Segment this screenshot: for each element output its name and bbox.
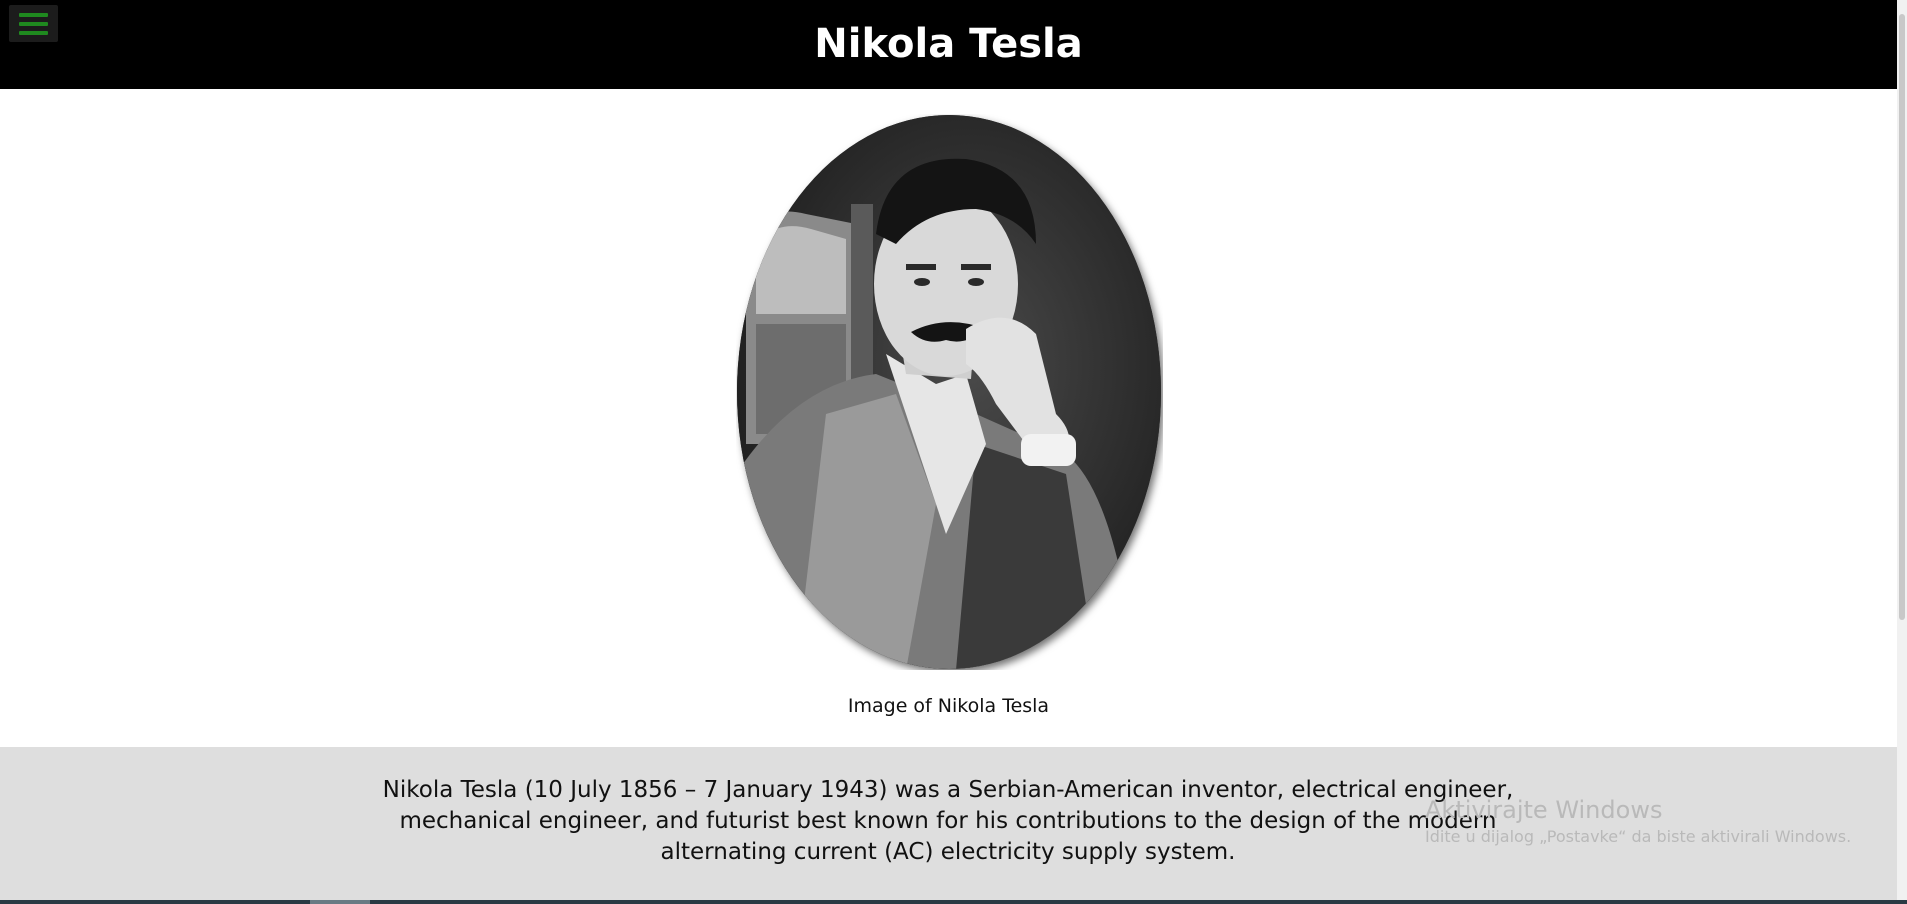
image-caption: Image of Nikola Tesla bbox=[847, 695, 1050, 717]
portrait-svg bbox=[737, 115, 1161, 669]
watermark-title: Aktivirajte Windows bbox=[1425, 796, 1663, 824]
watermark-subtitle: Idite u dijalog „Postavke“ da biste akti… bbox=[1425, 827, 1852, 846]
vertical-scrollbar[interactable] bbox=[1897, 0, 1907, 904]
page-title: Nikola Tesla bbox=[814, 21, 1083, 67]
bio-text: Nikola Tesla (10 July 1856 – 7 January 1… bbox=[382, 777, 1514, 865]
page: Nikola Tesla Image of Nikola Tesla Nikol… bbox=[0, 0, 1907, 904]
windows-activation-watermark: Aktivirajte Windows Idite u dijalog „Pos… bbox=[1425, 794, 1851, 848]
scrollbar-thumb[interactable] bbox=[1899, 14, 1905, 620]
portrait-image bbox=[736, 114, 1163, 670]
page-header: Nikola Tesla bbox=[0, 0, 1897, 89]
taskbar-indicator bbox=[310, 900, 370, 904]
taskbar-strip bbox=[0, 900, 1907, 904]
